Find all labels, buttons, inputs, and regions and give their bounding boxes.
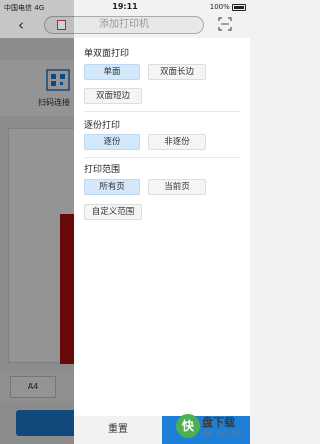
collate-section-title: 逐份打印: [84, 121, 121, 131]
duplex-section-title: 单双面打印: [84, 49, 130, 59]
battery-icon: [232, 3, 246, 11]
range-option-current[interactable]: 当前页: [148, 179, 206, 195]
duplex-option-short-edge[interactable]: 双面短边: [84, 88, 142, 104]
logo-subtext: 绿色 · 安全 · 免费: [202, 431, 242, 437]
reset-button[interactable]: 重置: [74, 416, 162, 444]
scan-icon[interactable]: [218, 17, 232, 31]
duplex-option-single[interactable]: 单面: [84, 64, 140, 80]
dim-overlay[interactable]: [0, 38, 74, 444]
range-option-all[interactable]: 所有页: [84, 179, 140, 195]
divider: [84, 157, 240, 158]
battery-indicator: 100%: [210, 3, 246, 11]
range-option-custom[interactable]: 自定义范围: [84, 204, 142, 220]
duplex-option-long-edge[interactable]: 双面长边: [148, 64, 206, 80]
collate-option-off[interactable]: 非逐份: [148, 134, 206, 150]
divider: [84, 111, 240, 112]
range-section-title: 打印范围: [84, 165, 121, 175]
print-settings-panel: 单双面打印 单面 双面长边 双面短边 逐份打印 逐份 非逐份 打印范围 所有页 …: [74, 38, 250, 444]
collate-option-on[interactable]: 逐份: [84, 134, 140, 150]
overlay-top: [0, 0, 74, 38]
watermark-logo: 快 盘下载 绿色 · 安全 · 免费: [176, 412, 246, 442]
logo-text: 盘下载: [202, 416, 235, 429]
logo-icon: 快: [176, 414, 200, 438]
